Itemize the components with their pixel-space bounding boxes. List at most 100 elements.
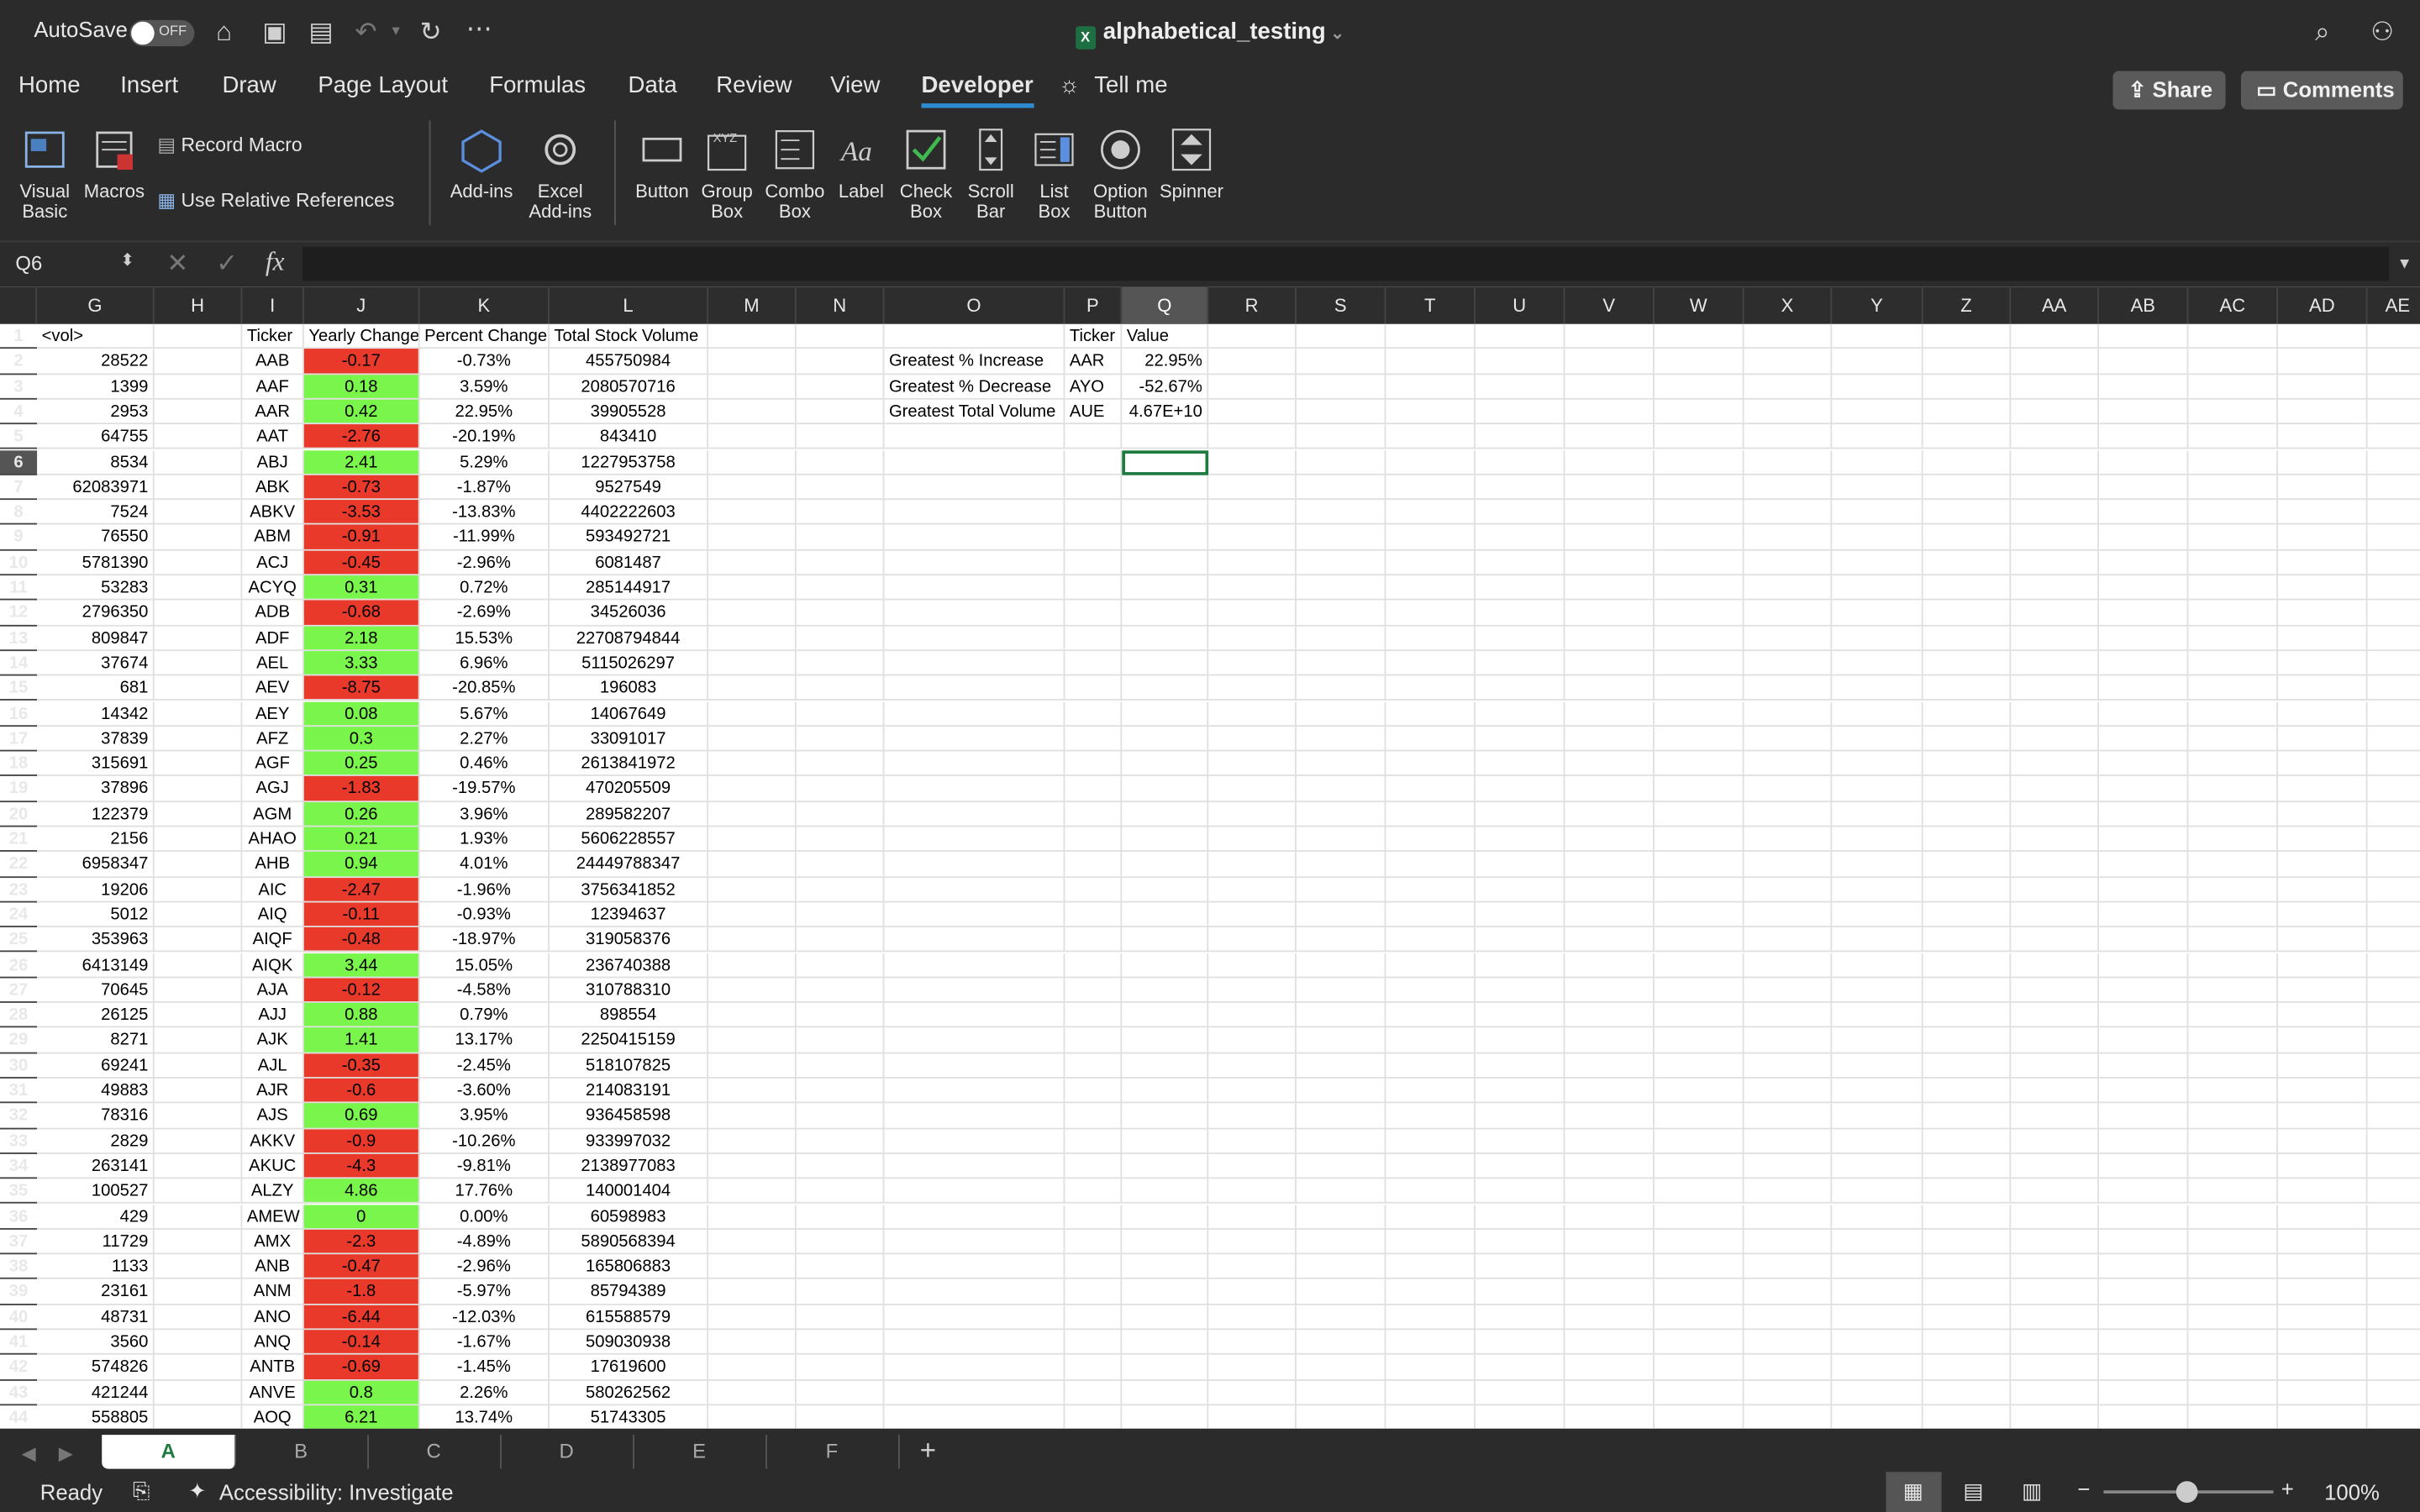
list-box-button[interactable]: List Box — [1025, 127, 1084, 223]
cell[interactable] — [154, 1380, 243, 1406]
cell[interactable] — [1565, 374, 1655, 400]
cell[interactable] — [2278, 877, 2368, 903]
cell[interactable] — [1565, 675, 1655, 701]
cell[interactable] — [1655, 1405, 1744, 1429]
cell[interactable] — [1744, 349, 1833, 375]
cell[interactable] — [1122, 424, 1209, 450]
cell[interactable] — [796, 1380, 885, 1406]
cell[interactable] — [2188, 424, 2279, 450]
cell[interactable] — [1565, 625, 1655, 651]
cell[interactable] — [2188, 726, 2279, 752]
cell[interactable] — [1475, 1380, 1565, 1406]
cell[interactable] — [708, 978, 797, 1004]
cell[interactable] — [1065, 550, 1123, 576]
cell[interactable] — [2188, 852, 2279, 878]
header-summary-value[interactable]: Value — [1122, 323, 1209, 349]
cell[interactable] — [1208, 1179, 1297, 1205]
cell[interactable] — [1296, 500, 1386, 526]
add-sheet-icon[interactable]: + — [920, 1435, 936, 1466]
cell[interactable] — [1475, 675, 1565, 701]
cell[interactable] — [708, 1229, 797, 1255]
cell[interactable] — [2011, 424, 2099, 450]
cell[interactable] — [884, 1254, 1065, 1280]
cell[interactable] — [2011, 349, 2099, 375]
vol-cell[interactable]: 8534 — [37, 449, 155, 475]
vol-cell[interactable]: 5781390 — [37, 550, 155, 576]
cell[interactable] — [2098, 399, 2189, 425]
percent-change-cell[interactable]: -5.97% — [419, 1279, 550, 1305]
cell[interactable] — [1065, 726, 1123, 752]
cell[interactable] — [2278, 726, 2368, 752]
cell[interactable] — [2188, 801, 2279, 827]
cell[interactable] — [2188, 500, 2279, 526]
cell[interactable] — [154, 399, 243, 425]
normal-view-button[interactable]: ▦ — [1886, 1472, 1942, 1512]
cell[interactable] — [2367, 927, 2420, 953]
row-header[interactable]: 10 — [0, 550, 38, 576]
total-volume-cell[interactable]: 5890568394 — [549, 1229, 709, 1255]
cell[interactable] — [1122, 902, 1209, 928]
cell[interactable] — [1122, 650, 1209, 676]
cell[interactable] — [2278, 1103, 2368, 1129]
cell[interactable] — [2188, 1405, 2279, 1429]
cell[interactable] — [884, 978, 1065, 1004]
cell[interactable] — [2188, 374, 2279, 400]
cell[interactable] — [2278, 1204, 2368, 1230]
cell[interactable] — [796, 601, 885, 626]
row-header[interactable]: 37 — [0, 1230, 38, 1255]
cell[interactable] — [1744, 374, 1833, 400]
cell[interactable] — [1208, 751, 1297, 777]
percent-change-cell[interactable]: 5.67% — [419, 701, 550, 727]
cell[interactable] — [154, 1128, 243, 1154]
cell[interactable] — [2278, 449, 2368, 475]
cell[interactable] — [884, 650, 1065, 676]
cell[interactable] — [2011, 1204, 2099, 1230]
cell[interactable] — [2098, 978, 2189, 1004]
tab-formulas[interactable]: Formulas — [489, 72, 586, 98]
cell[interactable] — [1386, 550, 1476, 576]
total-volume-cell[interactable]: 196083 — [549, 675, 709, 701]
vol-cell[interactable]: 14342 — [37, 701, 155, 727]
cell[interactable] — [2278, 1279, 2368, 1305]
yearly-change-cell[interactable]: 6.21 — [303, 1405, 420, 1429]
cell[interactable] — [1744, 1153, 1833, 1179]
zoom-slider-thumb[interactable] — [2175, 1481, 2198, 1503]
cell[interactable] — [2188, 625, 2279, 651]
cell[interactable] — [708, 1204, 797, 1230]
total-volume-cell[interactable]: 4402222603 — [549, 500, 709, 526]
cell[interactable] — [708, 801, 797, 827]
cell[interactable] — [1654, 1355, 1744, 1381]
cell[interactable] — [2098, 776, 2189, 802]
cell[interactable] — [708, 902, 797, 928]
cell[interactable] — [708, 776, 797, 802]
cell[interactable] — [2278, 601, 2368, 626]
cell[interactable] — [1065, 1229, 1123, 1255]
cell[interactable] — [154, 575, 243, 601]
total-volume-cell[interactable]: 593492721 — [549, 525, 709, 551]
summary-ticker-cell[interactable]: AYO — [1065, 374, 1123, 400]
cell[interactable] — [796, 1229, 885, 1255]
cell[interactable] — [1208, 399, 1297, 425]
cell[interactable] — [797, 1405, 885, 1429]
cell[interactable] — [2188, 323, 2279, 349]
cell[interactable] — [1386, 953, 1476, 979]
cell[interactable] — [1386, 1153, 1476, 1179]
cell[interactable] — [1475, 701, 1565, 727]
cell[interactable] — [154, 852, 243, 878]
cell[interactable] — [1923, 575, 2012, 601]
cell[interactable] — [1654, 1053, 1744, 1079]
cell[interactable] — [2278, 374, 2368, 400]
tab-home[interactable]: Home — [18, 72, 80, 98]
cell[interactable] — [1565, 323, 1655, 349]
cell[interactable] — [2011, 1027, 2099, 1053]
cell[interactable] — [2368, 1405, 2420, 1429]
cell[interactable] — [1923, 374, 2012, 400]
cell[interactable] — [154, 827, 243, 853]
cell[interactable] — [1296, 1153, 1386, 1179]
cell[interactable] — [1565, 575, 1655, 601]
cell[interactable] — [1386, 701, 1476, 727]
cell[interactable] — [1923, 550, 2012, 576]
cell[interactable] — [2098, 1254, 2189, 1280]
cell[interactable] — [1832, 852, 1923, 878]
ticker-cell[interactable]: AFZ — [242, 726, 304, 752]
